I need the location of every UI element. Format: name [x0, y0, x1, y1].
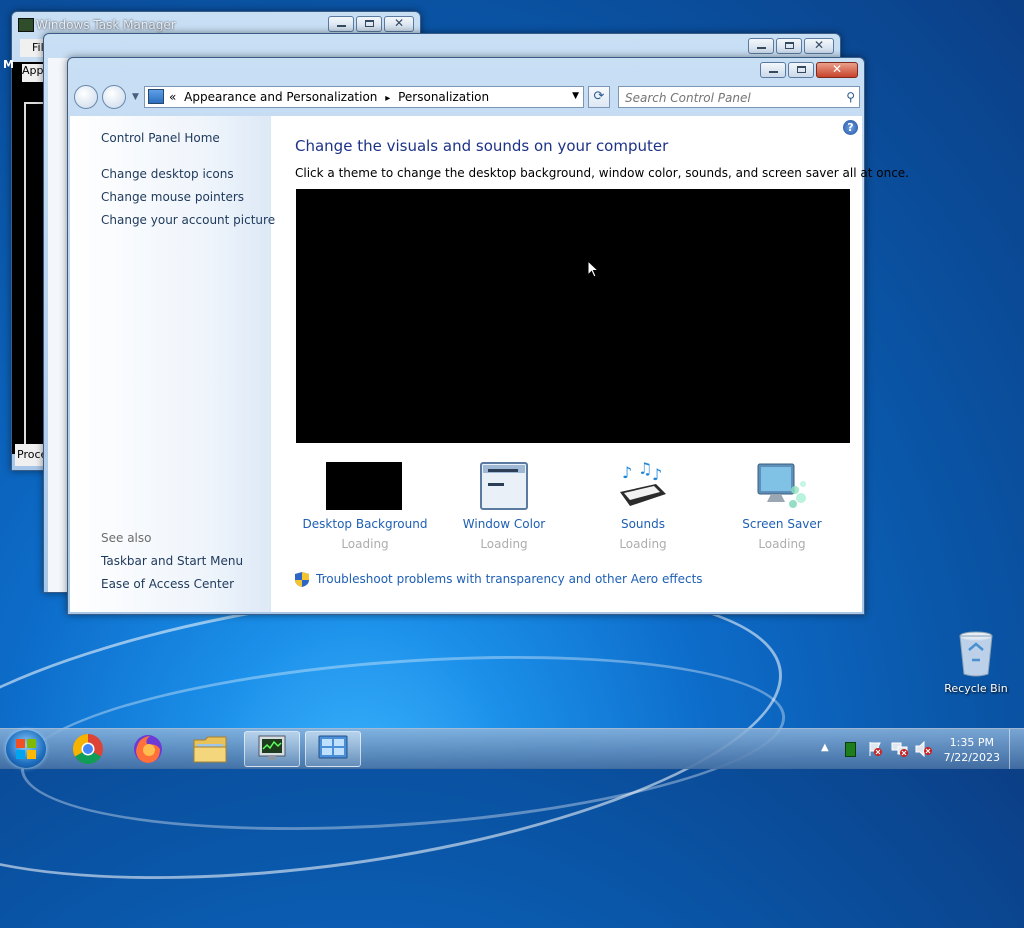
change-desktop-icons-link[interactable]: Change desktop icons — [101, 167, 234, 181]
window-body: Control Panel Home Change desktop icons … — [70, 116, 909, 612]
page-title: Change the visuals and sounds on your co… — [295, 137, 669, 155]
minimize-button[interactable] — [760, 62, 786, 78]
change-account-picture-link[interactable]: Change your account picture — [101, 213, 275, 227]
explorer-taskbar-button[interactable] — [182, 731, 238, 767]
minimize-button[interactable] — [748, 38, 774, 54]
task-manager-icon — [18, 18, 34, 32]
firefox-taskbar-button[interactable] — [120, 731, 176, 767]
refresh-button[interactable]: ⟳ — [588, 86, 610, 108]
content-pane: ? Change the visuals and sounds on your … — [271, 116, 909, 612]
navigation-bar: ▼ « Appearance and Personalization ▸ Per… — [72, 84, 860, 112]
search-input[interactable] — [623, 89, 837, 107]
clock-time: 1:35 PM — [949, 736, 994, 749]
notification-area: ▲ 1:35 PM 7/22/2023 — [809, 729, 1024, 769]
breadcrumb: « Appearance and Personalization ▸ Perso… — [169, 90, 489, 104]
address-bar[interactable]: « Appearance and Personalization ▸ Perso… — [144, 86, 584, 108]
system-clock[interactable]: 1:35 PM 7/22/2023 — [944, 735, 1000, 765]
clock-date: 7/22/2023 — [943, 751, 1000, 764]
sounds-icon: ♪ ♫ ♪ — [620, 462, 666, 506]
control-panel-taskbar-button[interactable] — [305, 731, 361, 767]
control-panel-home-link[interactable]: Control Panel Home — [101, 131, 220, 145]
task-manager-title: Windows Task Manager — [36, 18, 176, 32]
screen-saver-icon — [757, 463, 806, 508]
sounds-label[interactable]: Sounds — [573, 517, 713, 531]
personalization-window[interactable]: ✕ ▼ « Appearance and Personalization ▸ P… — [67, 57, 909, 615]
window-color-icon — [480, 462, 528, 510]
taskbar-start-menu-link[interactable]: Taskbar and Start Menu — [101, 554, 243, 568]
maximize-button[interactable] — [356, 16, 382, 32]
chrome-icon — [72, 734, 103, 765]
recent-pages-dropdown-icon[interactable]: ▼ — [132, 92, 139, 102]
window-color-label[interactable]: Window Color — [434, 517, 574, 531]
show-hidden-icons-icon[interactable]: ▲ — [821, 742, 829, 753]
help-icon[interactable]: ? — [843, 120, 858, 135]
close-button[interactable]: ✕ — [816, 62, 858, 78]
network-disconnected-icon[interactable] — [891, 741, 909, 757]
maximize-button[interactable] — [788, 62, 814, 78]
sounds-status: Loading — [619, 537, 667, 551]
network-activity-icon[interactable] — [845, 742, 856, 757]
uac-shield-icon — [295, 572, 309, 587]
search-box[interactable]: ⚲ — [618, 86, 860, 108]
chrome-taskbar-button[interactable] — [60, 731, 116, 767]
breadcrumb-personalization[interactable]: Personalization — [398, 90, 489, 104]
forward-button[interactable] — [102, 85, 126, 109]
recycle-bin-icon — [959, 631, 993, 677]
theme-list-area[interactable] — [296, 189, 850, 443]
svg-text:♪: ♪ — [622, 463, 632, 482]
firefox-icon — [134, 735, 162, 763]
mouse-cursor-icon — [587, 260, 599, 278]
control-panel-icon — [318, 735, 348, 759]
maximize-button[interactable] — [776, 38, 802, 54]
desktop-background-thumbnail — [326, 462, 402, 510]
change-mouse-pointers-link[interactable]: Change mouse pointers — [101, 190, 244, 204]
action-center-flag-icon[interactable] — [867, 741, 883, 757]
page-description: Click a theme to change the desktop back… — [295, 166, 909, 180]
control-panel-icon — [148, 89, 164, 104]
task-manager-taskbar-button[interactable] — [244, 731, 300, 767]
close-button[interactable]: ✕ — [804, 38, 834, 54]
address-dropdown-icon[interactable]: ▼ — [572, 91, 579, 101]
screen-saver-status: Loading — [758, 537, 806, 551]
close-button[interactable]: ✕ — [384, 16, 414, 32]
task-manager-icon — [258, 735, 286, 760]
folder-icon — [193, 736, 227, 763]
troubleshoot-aero-link[interactable]: Troubleshoot problems with transparency … — [316, 572, 703, 586]
breadcrumb-separator-icon[interactable]: ▸ — [385, 93, 390, 104]
screen-saver-label[interactable]: Screen Saver — [712, 517, 852, 531]
breadcrumb-appearance[interactable]: Appearance and Personalization — [184, 90, 377, 104]
volume-muted-icon[interactable] — [915, 741, 933, 757]
see-also-label: See also — [101, 531, 152, 545]
task-pane: Control Panel Home Change desktop icons … — [70, 116, 275, 612]
svg-text:♫: ♫ — [638, 462, 652, 478]
show-desktop-button[interactable] — [1009, 729, 1024, 769]
desktop-background-status: Loading — [341, 537, 389, 551]
minimize-button[interactable] — [328, 16, 354, 32]
task-manager-edge-letter: M — [3, 58, 14, 71]
recycle-bin-label[interactable]: Recycle Bin — [936, 682, 1016, 695]
back-button[interactable] — [74, 85, 98, 109]
window-color-status: Loading — [480, 537, 528, 551]
breadcrumb-overflow[interactable]: « — [169, 90, 176, 104]
search-icon[interactable]: ⚲ — [846, 90, 855, 104]
ease-of-access-link[interactable]: Ease of Access Center — [101, 577, 234, 591]
windows-logo-icon — [16, 739, 36, 759]
svg-text:♪: ♪ — [652, 465, 662, 484]
start-button[interactable] — [6, 730, 46, 768]
desktop-background-label[interactable]: Desktop Background — [295, 517, 435, 531]
taskbar: ▲ 1:35 PM 7/22/2023 — [0, 728, 1024, 769]
